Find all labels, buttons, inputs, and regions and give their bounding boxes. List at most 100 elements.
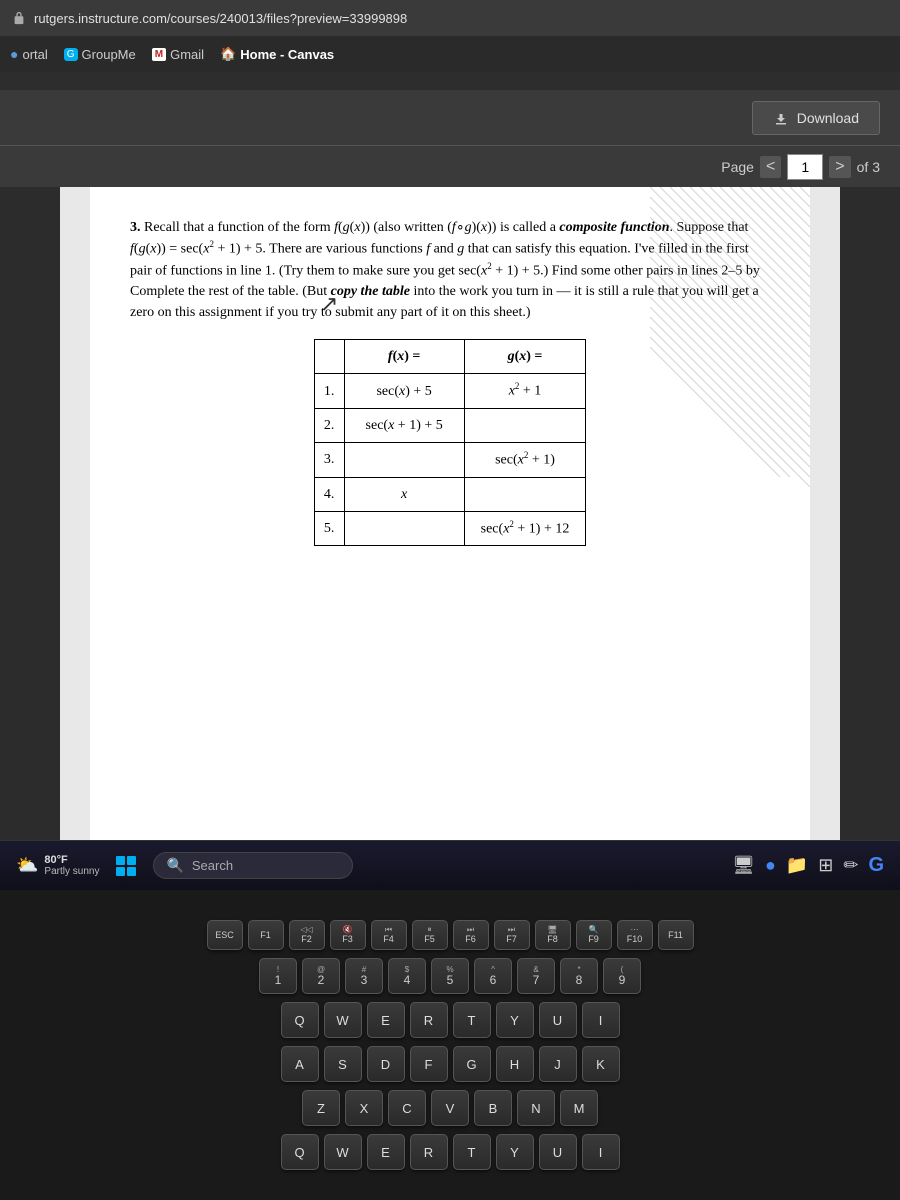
key-g[interactable]: G (453, 1046, 491, 1082)
key-f10[interactable]: ⋯F10 (617, 920, 653, 950)
key-u[interactable]: U (539, 1002, 577, 1038)
key-s[interactable]: S (324, 1046, 362, 1082)
key-z[interactable]: Z (302, 1090, 340, 1126)
key-e[interactable]: E (367, 1002, 405, 1038)
key-b-label: B (489, 1101, 498, 1116)
key-f11[interactable]: F11 (658, 920, 694, 950)
key-v[interactable]: V (431, 1090, 469, 1126)
key-w-bottom[interactable]: W (324, 1134, 362, 1170)
key-i-bottom[interactable]: I (582, 1134, 620, 1170)
key-f6[interactable]: ⏭F6 (453, 920, 489, 950)
key-n[interactable]: N (517, 1090, 555, 1126)
key-9[interactable]: ( 9 (603, 958, 641, 994)
taskbar-monitor-icon[interactable]: 🖥 (732, 855, 755, 876)
key-d[interactable]: D (367, 1046, 405, 1082)
key-f6-label: F6 (465, 934, 476, 944)
row-2-gx (464, 408, 586, 442)
key-f5[interactable]: ⏸F5 (412, 920, 448, 950)
key-1[interactable]: ! 1 (259, 958, 297, 994)
key-4-content: $ 4 (404, 966, 411, 986)
key-f8[interactable]: 🖥F8 (535, 920, 571, 950)
key-t-label: T (468, 1013, 476, 1028)
table-header-rownum (314, 340, 344, 374)
key-f5-content: ⏸F5 (424, 926, 435, 944)
key-w-bottom-label: W (336, 1145, 348, 1160)
key-j[interactable]: J (539, 1046, 577, 1082)
key-7[interactable]: & 7 (517, 958, 555, 994)
taskbar-folder-icon[interactable]: 📁 (786, 855, 808, 876)
key-y-bottom-label: Y (510, 1145, 519, 1160)
key-y-bottom[interactable]: Y (496, 1134, 534, 1170)
key-f6-content: ⏭F6 (465, 926, 476, 944)
key-f2[interactable]: ◁◁F2 (289, 920, 325, 950)
prev-page-button[interactable]: < (760, 156, 781, 178)
key-r-bottom[interactable]: R (410, 1134, 448, 1170)
key-7-content: & 7 (533, 966, 540, 986)
tab-canvas[interactable]: 🏠 Home - Canvas (220, 46, 334, 62)
number-key-row: ! 1 @ 2 # 3 $ 4 % 5 (259, 958, 641, 994)
key-2-content: @ 2 (317, 966, 325, 986)
key-g-label: G (466, 1057, 476, 1072)
tabs-bar: ● ortal G GroupMe M Gmail 🏠 Home - Canva… (0, 36, 900, 72)
key-w[interactable]: W (324, 1002, 362, 1038)
key-t[interactable]: T (453, 1002, 491, 1038)
key-u-bottom[interactable]: U (539, 1134, 577, 1170)
key-k[interactable]: K (582, 1046, 620, 1082)
key-s-label: S (338, 1057, 347, 1072)
key-5[interactable]: % 5 (431, 958, 469, 994)
key-b[interactable]: B (474, 1090, 512, 1126)
win-cell-3 (116, 867, 125, 876)
key-f[interactable]: F (410, 1046, 448, 1082)
key-t-bottom[interactable]: T (453, 1134, 491, 1170)
key-f3[interactable]: 🔇F3 (330, 920, 366, 950)
key-q[interactable]: Q (281, 1002, 319, 1038)
key-m[interactable]: M (560, 1090, 598, 1126)
table-header-fx: f(x) = (344, 340, 464, 374)
next-page-button[interactable]: > (829, 156, 850, 178)
table-row: 5. sec(x2 + 1) + 12 (314, 511, 586, 546)
key-esc[interactable]: ESC (207, 920, 243, 950)
download-button[interactable]: Download (752, 101, 880, 135)
keyboard-area: ESC F1 ◁◁F2 🔇F3 ⏮F4 ⏸F5 ⏭F6 ⏭F7 🖥F8 🔍F9 … (0, 890, 900, 1200)
taskbar-chrome-icon[interactable]: ● (765, 855, 776, 876)
taskbar-grid-icon[interactable]: ⊞ (818, 855, 833, 876)
taskbar-search[interactable]: 🔍 Search (153, 852, 353, 879)
key-8[interactable]: * 8 (560, 958, 598, 994)
key-3[interactable]: # 3 (345, 958, 383, 994)
key-4[interactable]: $ 4 (388, 958, 426, 994)
groupme-favicon: G (64, 48, 78, 61)
key-a-label: A (295, 1057, 304, 1072)
key-f7[interactable]: ⏭F7 (494, 920, 530, 950)
key-q-bottom[interactable]: Q (281, 1134, 319, 1170)
key-r[interactable]: R (410, 1002, 448, 1038)
taskbar-g-icon[interactable]: G (868, 854, 884, 877)
key-2[interactable]: @ 2 (302, 958, 340, 994)
key-y-label: Y (510, 1013, 519, 1028)
tab-portal[interactable]: ● ortal (10, 46, 48, 62)
key-a[interactable]: A (281, 1046, 319, 1082)
key-x[interactable]: X (345, 1090, 383, 1126)
row-3-gx: sec(x2 + 1) (464, 442, 586, 477)
key-e-bottom[interactable]: E (367, 1134, 405, 1170)
key-1-bottom: 1 (275, 974, 282, 986)
key-c[interactable]: C (388, 1090, 426, 1126)
tab-groupme[interactable]: G GroupMe (64, 47, 136, 62)
key-f1[interactable]: F1 (248, 920, 284, 950)
key-5-content: % 5 (446, 966, 453, 986)
tab-gmail[interactable]: M Gmail (152, 47, 204, 62)
taskbar-pen-icon[interactable]: ✏ (843, 855, 858, 876)
key-6[interactable]: ^ 6 (474, 958, 512, 994)
key-y[interactable]: Y (496, 1002, 534, 1038)
toolbar-area: Download (0, 90, 900, 145)
key-f4[interactable]: ⏮F4 (371, 920, 407, 950)
key-i[interactable]: I (582, 1002, 620, 1038)
key-v-label: V (446, 1101, 455, 1116)
page-number-input[interactable] (787, 154, 823, 180)
page-label: Page (721, 159, 754, 175)
key-f9[interactable]: 🔍F9 (576, 920, 612, 950)
key-h[interactable]: H (496, 1046, 534, 1082)
key-u-bottom-label: U (553, 1145, 562, 1160)
browser-chrome: rutgers.instructure.com/courses/240013/f… (0, 0, 900, 90)
download-icon (773, 110, 789, 126)
start-button[interactable] (111, 851, 141, 881)
